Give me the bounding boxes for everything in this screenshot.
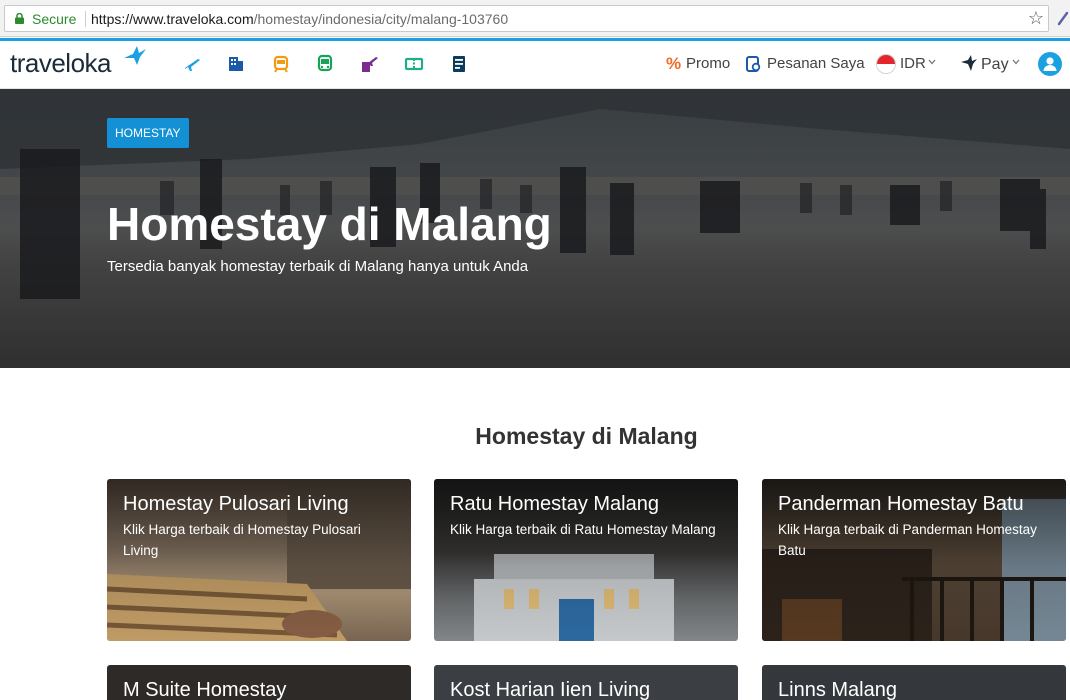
url-path: /homestay/indonesia/city/malang-103760 (253, 11, 509, 27)
card-subtitle: Klik Harga terbaik di Panderman Homestay… (778, 522, 1037, 558)
flight-hotel-icon[interactable] (359, 54, 379, 74)
currency-selector[interactable]: IDR (900, 55, 926, 72)
card-title: Kost Harian Iien Living (450, 679, 651, 700)
account-avatar[interactable] (1038, 52, 1062, 76)
card-subtitle: Klik Harga terbaik di Homestay Pulosari … (123, 522, 361, 558)
chevron-down-icon (1012, 59, 1020, 65)
bookings-icon (746, 56, 761, 72)
url-text[interactable]: https://www.traveloka.com/homestay/indon… (91, 11, 508, 27)
hotel-icon[interactable] (226, 54, 246, 74)
card-title: Homestay Pulosari Living (123, 493, 349, 515)
homestay-card[interactable]: Kost Harian Iien Living (434, 665, 738, 700)
logo-bird-icon (124, 46, 146, 65)
indonesia-flag-icon (876, 54, 896, 74)
card-title: Ratu Homestay Malang (450, 493, 659, 515)
promo-link[interactable]: Promo (686, 55, 730, 72)
card-subtitle: Klik Harga terbaik di Ratu Homestay Mala… (450, 522, 716, 537)
homestay-card[interactable]: M Suite Homestay (107, 665, 411, 700)
bus-icon[interactable] (315, 54, 335, 74)
card-title: Panderman Homestay Batu (778, 493, 1024, 515)
chevron-down-icon (928, 59, 936, 65)
pay-link[interactable]: Pay (981, 56, 1009, 74)
homestay-card[interactable]: Linns Malang (762, 665, 1066, 700)
url-separator (85, 11, 86, 27)
flight-icon[interactable] (182, 54, 202, 74)
homestay-badge: HOMESTAY (107, 118, 189, 148)
url-host: https://www.traveloka.com (91, 11, 254, 27)
train-icon[interactable] (271, 54, 291, 74)
homestay-card[interactable]: Panderman Homestay Batu Klik Harga terba… (762, 479, 1066, 641)
url-bar[interactable]: Secure https://www.traveloka.com/homesta… (4, 5, 1049, 32)
bookmark-star-icon[interactable]: ☆ (1028, 8, 1044, 29)
bookings-link[interactable]: Pesanan Saya (767, 55, 865, 72)
card-title: M Suite Homestay (123, 679, 287, 700)
hero-banner: HOMESTAY Homestay di Malang Tersedia ban… (0, 89, 1070, 368)
xperience-icon[interactable] (404, 54, 424, 74)
site-header: traveloka % Promo Pesanan Saya IDR Pay (0, 41, 1070, 89)
bill-icon[interactable] (449, 54, 469, 74)
lock-icon (15, 13, 24, 24)
user-icon (1043, 57, 1057, 71)
browser-address-bar: Secure https://www.traveloka.com/homesta… (0, 0, 1070, 37)
section-title: Homestay di Malang (475, 423, 698, 449)
homestay-card[interactable]: Homestay Pulosari Living Klik Harga terb… (107, 479, 411, 641)
extension-icon[interactable] (1056, 9, 1070, 27)
traveloka-logo[interactable]: traveloka (10, 48, 112, 79)
pay-bird-icon (961, 55, 977, 71)
page-title: Homestay di Malang (107, 198, 552, 250)
card-title: Linns Malang (778, 679, 897, 700)
secure-label: Secure (32, 11, 77, 27)
promo-icon: % (666, 54, 682, 73)
hero-subtitle: Tersedia banyak homestay terbaik di Mala… (107, 258, 529, 275)
homestay-card[interactable]: Ratu Homestay Malang Klik Harga terbaik … (434, 479, 738, 641)
